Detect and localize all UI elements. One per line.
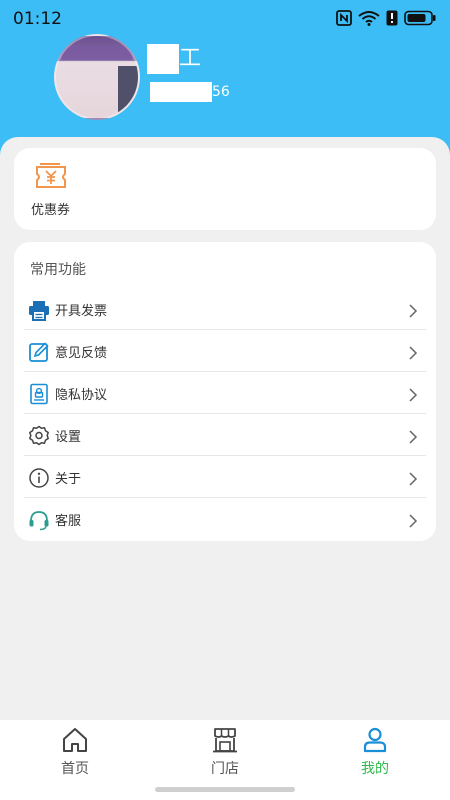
function-item-label: 隐私协议: [55, 388, 108, 403]
chevron-right-icon: [409, 514, 418, 528]
tab-label: 首页: [61, 761, 89, 777]
tab-label: 门店: [211, 761, 239, 777]
nfc-icon: [336, 10, 352, 26]
function-item-label: 关于: [55, 472, 82, 487]
home-indicator[interactable]: [155, 787, 295, 792]
battery-icon: [404, 10, 436, 26]
function-item-privacy[interactable]: 隐私协议: [24, 372, 426, 414]
function-item-label: 设置: [55, 430, 82, 445]
function-item-label: 意见反馈: [55, 346, 108, 361]
chevron-right-icon: [409, 430, 418, 444]
chevron-right-icon: [409, 346, 418, 360]
coupon-entry[interactable]: 优惠券: [14, 148, 104, 230]
wifi-icon: [358, 11, 380, 26]
user-icon: [363, 727, 387, 753]
status-icons: [336, 10, 436, 26]
printer-icon: [29, 301, 49, 321]
function-item-feedback[interactable]: 意见反馈: [24, 330, 426, 372]
function-item-label: 开具发票: [55, 304, 108, 319]
user-phone-redaction: [150, 82, 212, 102]
headset-icon: [29, 511, 49, 531]
gear-icon: [29, 425, 49, 446]
function-item-customer-service[interactable]: 客服: [24, 498, 426, 540]
function-item-invoice[interactable]: 开具发票: [24, 288, 426, 330]
tab-mine[interactable]: 我的: [335, 726, 415, 786]
user-name: 工: [179, 46, 202, 71]
function-item-label: 客服: [55, 514, 82, 529]
chevron-right-icon: [409, 472, 418, 486]
info-icon: [29, 468, 49, 488]
edit-icon: [29, 342, 49, 362]
status-time: 01:12: [13, 9, 62, 29]
status-bar: 01:12: [0, 0, 450, 40]
function-item-about[interactable]: 关于: [24, 456, 426, 498]
tab-home[interactable]: 首页: [35, 726, 115, 786]
common-functions-title: 常用功能: [30, 262, 86, 278]
avatar[interactable]: [54, 34, 140, 120]
tab-label: 我的: [361, 761, 389, 777]
coupon-label: 优惠券: [31, 203, 71, 218]
privacy-document-icon: [30, 383, 48, 405]
function-list: 开具发票 意见反馈 隐私协议 设置 关于 客服: [24, 288, 426, 540]
store-icon: [213, 728, 237, 753]
user-name-redaction: [147, 44, 179, 74]
coupon-card: 优惠券: [14, 148, 436, 230]
alert-icon: [386, 10, 398, 26]
function-item-settings[interactable]: 设置: [24, 414, 426, 456]
user-phone: 56: [212, 84, 230, 100]
common-functions-card: 常用功能 开具发票 意见反馈 隐私协议 设置 关于 客服: [14, 242, 436, 541]
home-icon: [63, 728, 87, 752]
coupon-icon: [36, 163, 66, 188]
tab-store[interactable]: 门店: [185, 726, 265, 786]
chevron-right-icon: [409, 304, 418, 318]
chevron-right-icon: [409, 388, 418, 402]
